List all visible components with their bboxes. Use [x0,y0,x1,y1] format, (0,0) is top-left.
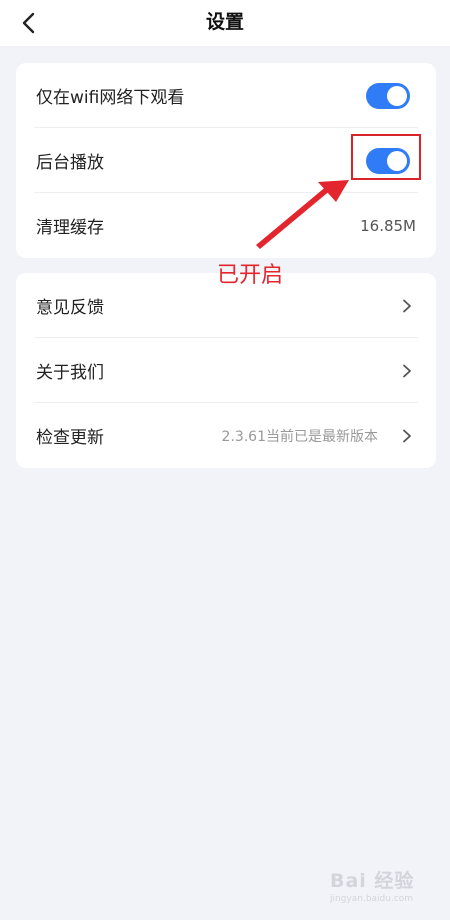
watermark-logo: Bai 经验 jingyan.baidu.com [330,866,440,904]
annotation-label: 已开启 [217,263,284,288]
watermark-main-text: Bai 经验 [330,870,415,892]
annotation-arrow-icon [256,180,349,249]
watermark-sub-text: jingyan.baidu.com [330,894,414,904]
